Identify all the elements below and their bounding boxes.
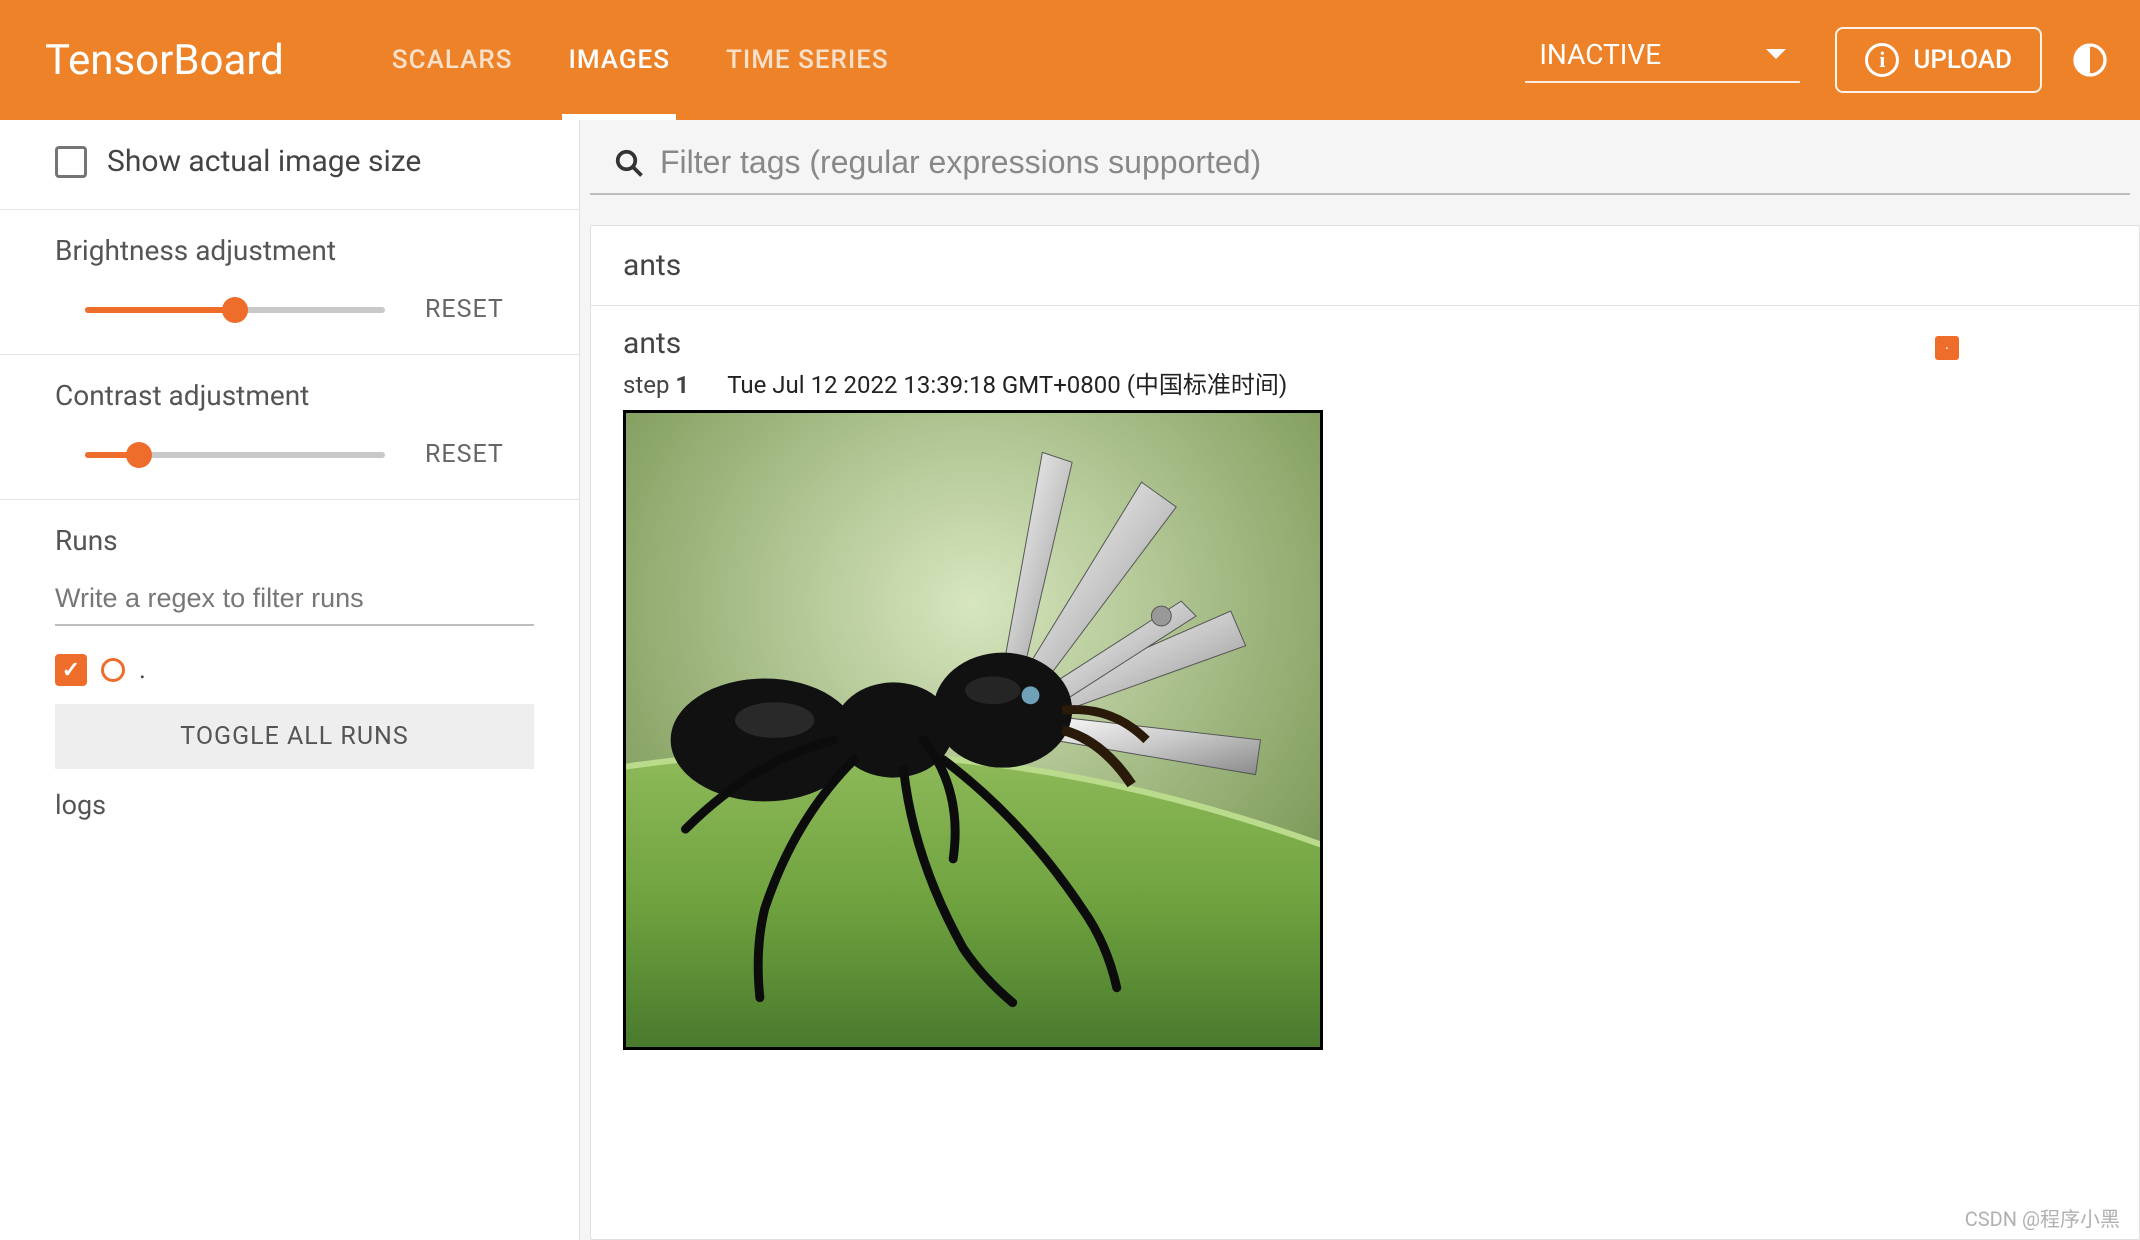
- brightness-slider[interactable]: [85, 307, 385, 313]
- tab-scalars[interactable]: SCALARS: [364, 0, 541, 120]
- watermark-label: CSDN @程序小黑: [1965, 1203, 2120, 1232]
- info-icon: i: [1865, 43, 1899, 77]
- tab-time-series[interactable]: TIME SERIES: [698, 0, 917, 120]
- run-name-label: .: [139, 655, 146, 685]
- runs-filter-input[interactable]: [55, 575, 534, 626]
- theme-toggle-icon[interactable]: [2070, 40, 2110, 80]
- step-label: step 1: [623, 371, 689, 399]
- run-color-chip[interactable]: ·: [1935, 336, 1959, 360]
- inactive-dropdown-label: INACTIVE: [1539, 38, 1661, 71]
- contrast-section: Contrast adjustment RESET: [0, 355, 579, 500]
- run-checkbox[interactable]: ✓: [55, 654, 87, 686]
- app-logo: TensorBoard: [45, 36, 284, 85]
- logs-label: logs: [55, 783, 534, 821]
- contrast-label: Contrast adjustment: [55, 379, 534, 412]
- chevron-down-icon: [1766, 49, 1786, 59]
- contrast-slider[interactable]: [85, 452, 385, 458]
- sidebar: Show actual image size Brightness adjust…: [0, 120, 580, 1240]
- runs-label: Runs: [55, 524, 534, 557]
- upload-button-label: UPLOAD: [1913, 45, 2012, 75]
- step-prefix: step: [623, 371, 675, 399]
- nav-tabs: SCALARS IMAGES TIME SERIES: [364, 0, 917, 120]
- brightness-label: Brightness adjustment: [55, 234, 534, 267]
- timestamp-label: Tue Jul 12 2022 13:39:18 GMT+0800 (中国标准时…: [727, 365, 1287, 400]
- contrast-reset-button[interactable]: RESET: [425, 440, 504, 469]
- image-title: ants: [623, 326, 2107, 361]
- search-icon: [614, 148, 644, 178]
- tab-images[interactable]: IMAGES: [540, 0, 698, 120]
- show-actual-section: Show actual image size: [0, 120, 579, 210]
- run-item: ✓ .: [55, 654, 534, 686]
- brightness-section: Brightness adjustment RESET: [0, 210, 579, 355]
- step-value: 1: [675, 371, 689, 399]
- tag-filter-input[interactable]: [660, 144, 2110, 181]
- inactive-dropdown[interactable]: INACTIVE: [1525, 38, 1800, 83]
- main-content: ants · ants step 1 Tue Jul 12 2022 13:39…: [580, 120, 2140, 1240]
- show-actual-label: Show actual image size: [107, 144, 421, 179]
- tag-card-header[interactable]: ants: [591, 226, 2139, 306]
- upload-button[interactable]: i UPLOAD: [1835, 27, 2042, 93]
- filter-bar: [590, 120, 2130, 195]
- brightness-reset-button[interactable]: RESET: [425, 295, 504, 324]
- run-color-icon[interactable]: [101, 658, 125, 682]
- show-actual-checkbox[interactable]: [55, 146, 87, 178]
- tag-card-body: · ants step 1 Tue Jul 12 2022 13:39:18 G…: [591, 306, 2139, 1070]
- step-row: step 1 Tue Jul 12 2022 13:39:18 GMT+0800…: [623, 365, 2107, 400]
- tag-card: ants · ants step 1 Tue Jul 12 2022 13:39…: [590, 225, 2140, 1240]
- toggle-all-runs-button[interactable]: TOGGLE ALL RUNS: [55, 704, 534, 769]
- app-header: TensorBoard SCALARS IMAGES TIME SERIES I…: [0, 0, 2140, 120]
- image-display[interactable]: [623, 410, 1323, 1050]
- runs-section: Runs ✓ . TOGGLE ALL RUNS logs: [0, 500, 579, 851]
